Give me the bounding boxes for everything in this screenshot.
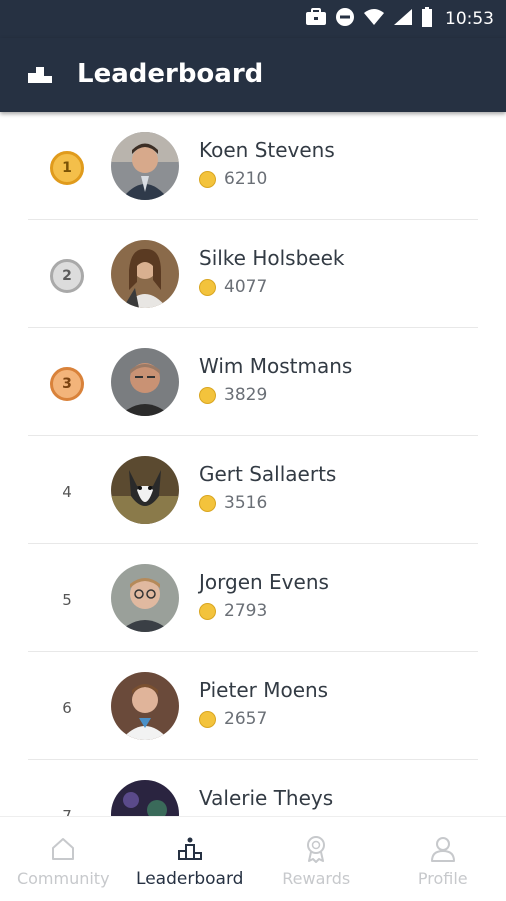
- status-icons: 10:53: [305, 6, 494, 32]
- wifi-icon: [363, 8, 385, 31]
- rank-number: 5: [46, 579, 88, 621]
- app-bar: Leaderboard: [0, 38, 506, 112]
- podium-icon: [177, 835, 203, 863]
- rank-number: 7: [46, 795, 88, 816]
- nav-item-leaderboard[interactable]: Leaderboard: [127, 817, 254, 901]
- player-name: Jorgen Evens: [199, 570, 329, 594]
- person-icon: [430, 835, 456, 863]
- points-value: 3516: [224, 493, 267, 513]
- signal-icon: [393, 8, 413, 31]
- player-name: Pieter Moens: [199, 678, 328, 702]
- rank-number: 4: [46, 471, 88, 513]
- nav-item-community[interactable]: Community: [0, 817, 127, 901]
- avatar[interactable]: [111, 564, 179, 632]
- avatar[interactable]: [111, 780, 179, 816]
- rank-badge: 2: [46, 255, 88, 297]
- nav-label: Community: [17, 869, 110, 888]
- avatar[interactable]: [111, 132, 179, 200]
- points: 2657: [199, 709, 267, 729]
- bronze-medal-icon: 3: [50, 367, 84, 401]
- coin-icon: [199, 603, 216, 620]
- gold-medal-icon: 1: [50, 151, 84, 185]
- leaderboard-row[interactable]: 6 Pieter Moens 2657: [28, 652, 478, 760]
- player-name: Koen Stevens: [199, 138, 335, 162]
- leaderboard-row[interactable]: 7 Valerie Theys: [28, 760, 478, 816]
- award-icon: [304, 835, 328, 863]
- rank-badge: 3: [46, 363, 88, 405]
- bottom-nav: Community Leaderboard Rewards Profile: [0, 816, 506, 901]
- coin-icon: [199, 171, 216, 188]
- player-name: Silke Holsbeek: [199, 246, 344, 270]
- rank-badge: 1: [46, 147, 88, 189]
- leaderboard-row[interactable]: 4 Gert Sallaerts 3516: [28, 436, 478, 544]
- status-bar: 10:53: [0, 0, 506, 38]
- nav-label: Profile: [418, 869, 468, 888]
- points-value: 6210: [224, 169, 267, 189]
- avatar[interactable]: [111, 348, 179, 416]
- rank-number: 6: [46, 687, 88, 729]
- points: 4077: [199, 277, 267, 297]
- briefcase-icon: [305, 8, 327, 31]
- coin-icon: [199, 711, 216, 728]
- player-name: Wim Mostmans: [199, 354, 352, 378]
- leaderboard-list[interactable]: 1 Koen Stevens 6210 2 Silke Holsbeek 407…: [0, 112, 506, 816]
- points: 3516: [199, 493, 267, 513]
- points-value: 3829: [224, 385, 267, 405]
- avatar[interactable]: [111, 456, 179, 524]
- points-value: 4077: [224, 277, 267, 297]
- points-value: 2657: [224, 709, 267, 729]
- do-not-disturb-icon: [335, 7, 355, 32]
- points: 6210: [199, 169, 267, 189]
- avatar[interactable]: [111, 240, 179, 308]
- podium-icon: [28, 65, 52, 88]
- avatar[interactable]: [111, 672, 179, 740]
- home-icon: [50, 835, 76, 863]
- player-name: Gert Sallaerts: [199, 462, 336, 486]
- leaderboard-row[interactable]: 1 Koen Stevens 6210: [28, 112, 478, 220]
- silver-medal-icon: 2: [50, 259, 84, 293]
- page-title: Leaderboard: [77, 59, 263, 89]
- coin-icon: [199, 495, 216, 512]
- points: 2793: [199, 601, 267, 621]
- leaderboard-row[interactable]: 2 Silke Holsbeek 4077: [28, 220, 478, 328]
- leaderboard-row[interactable]: 5 Jorgen Evens 2793: [28, 544, 478, 652]
- leaderboard-row[interactable]: 3 Wim Mostmans 3829: [28, 328, 478, 436]
- battery-icon: [421, 7, 433, 32]
- player-name: Valerie Theys: [199, 786, 333, 810]
- nav-label: Leaderboard: [136, 869, 243, 889]
- nav-item-rewards[interactable]: Rewards: [253, 817, 380, 901]
- nav-label: Rewards: [282, 869, 350, 888]
- points-value: 2793: [224, 601, 267, 621]
- points: 3829: [199, 385, 267, 405]
- nav-item-profile[interactable]: Profile: [380, 817, 506, 901]
- coin-icon: [199, 387, 216, 404]
- clock: 10:53: [445, 9, 494, 29]
- coin-icon: [199, 279, 216, 296]
